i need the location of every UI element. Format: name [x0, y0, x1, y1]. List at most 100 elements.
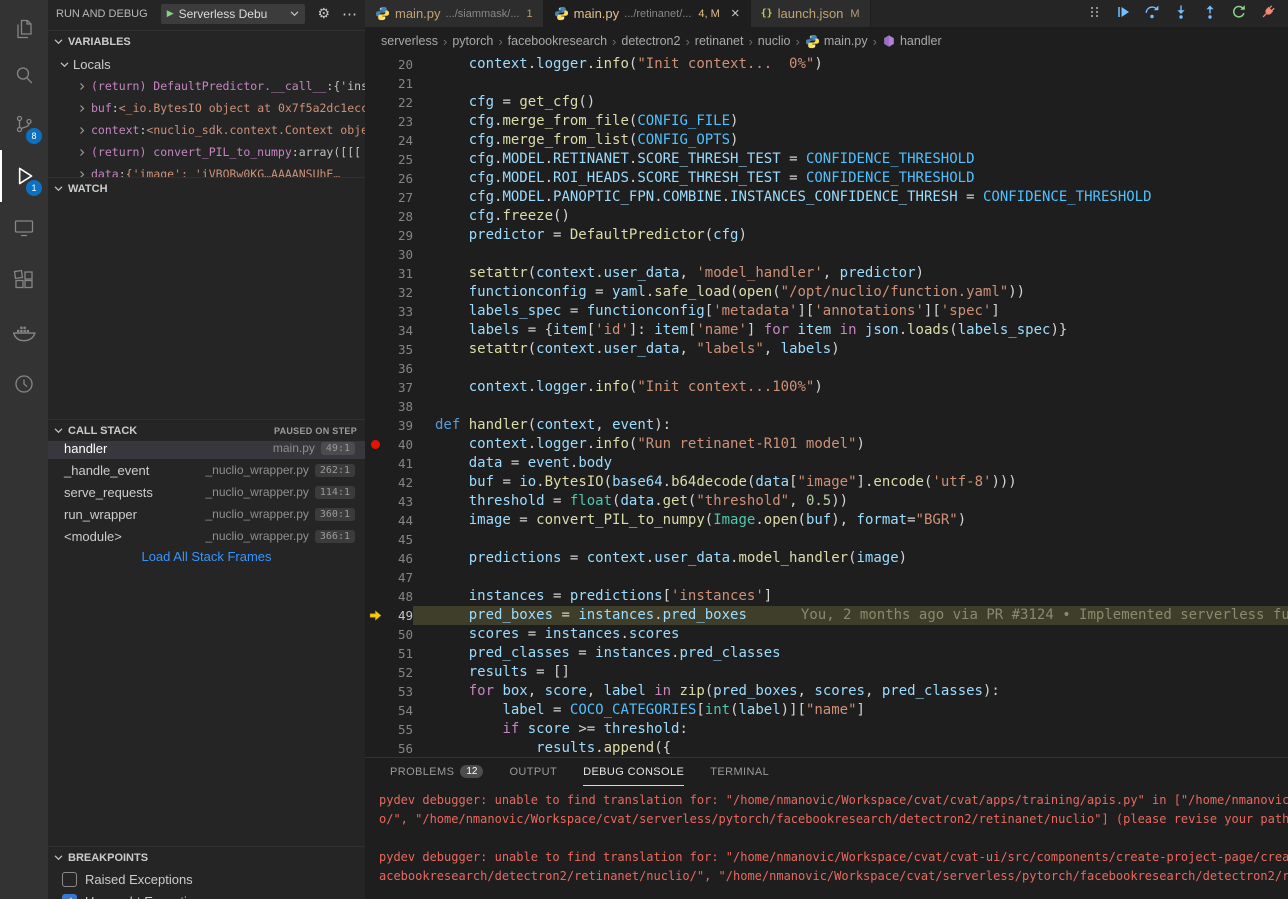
code-line[interactable]: 54 label = COCO_CATEGORIES[int(label)]["…: [365, 701, 1288, 720]
code-line[interactable]: 27 cfg.MODEL.PANOPTIC_FPN.COMBINE.INSTAN…: [365, 188, 1288, 207]
load-all-stack-frames-link[interactable]: Load All Stack Frames: [48, 549, 365, 564]
code-line[interactable]: 48 instances = predictions['instances']: [365, 587, 1288, 606]
breadcrumb-item-pytorch[interactable]: pytorch: [452, 34, 493, 48]
scope-locals[interactable]: Locals: [48, 53, 365, 75]
panel-tab-problems[interactable]: PROBLEMS12: [390, 758, 483, 786]
stack-frame[interactable]: serve_requests_nuclio_wrapper.py114:1: [48, 481, 365, 503]
code-line[interactable]: 36: [365, 359, 1288, 378]
variable-row[interactable]: buf: <_io.BytesIO object at 0x7f5a2dc1ec…: [48, 97, 365, 119]
code-line[interactable]: 28 cfg.freeze(): [365, 207, 1288, 226]
code-line[interactable]: 34 labels = {item['id']: item['name'] fo…: [365, 321, 1288, 340]
code-line[interactable]: 32 functionconfig = yaml.safe_load(open(…: [365, 283, 1288, 302]
activity-item-run-and-debug[interactable]: 1: [0, 150, 48, 202]
activity-item-search[interactable]: [0, 52, 48, 98]
tab-launch.json[interactable]: {}launch.jsonM: [751, 0, 871, 27]
frame-file: _nuclio_wrapper.py: [205, 485, 308, 499]
activity-item-explorer[interactable]: [0, 6, 48, 52]
debug-step-over-button[interactable]: [1142, 3, 1162, 25]
debug-restart-button[interactable]: [1229, 3, 1249, 25]
breadcrumb-label: serverless: [381, 34, 438, 48]
code-line[interactable]: 29 predictor = DefaultPredictor(cfg): [365, 226, 1288, 245]
activity-item-extensions[interactable]: [0, 254, 48, 306]
code-line[interactable]: 22 cfg = get_cfg(): [365, 93, 1288, 112]
code-line[interactable]: 52 results = []: [365, 663, 1288, 682]
gutter-space: [365, 701, 385, 720]
breadcrumb-item-facebookresearch[interactable]: facebookresearch: [508, 34, 607, 48]
stack-frame[interactable]: <module>_nuclio_wrapper.py366:1: [48, 525, 365, 547]
debug-step-out-button[interactable]: [1200, 3, 1220, 25]
code-line[interactable]: 46 predictions = context.user_data.model…: [365, 549, 1288, 568]
code-line[interactable]: 33 labels_spec = functionconfig['metadat…: [365, 302, 1288, 321]
activity-item-remote-explorer[interactable]: [0, 202, 48, 254]
variable-value: {'image': 'iVBORw0KG…AAAANSUhE…: [126, 167, 341, 177]
code-line[interactable]: 43 threshold = float(data.get("threshold…: [365, 492, 1288, 511]
code-line[interactable]: 20 context.logger.info("Init context... …: [365, 55, 1288, 74]
watch-section-header[interactable]: WATCH: [48, 177, 365, 199]
breadcrumb-item-retinanet[interactable]: retinanet: [695, 34, 744, 48]
tab-main.py[interactable]: main.py.../siammask/...1: [365, 0, 544, 27]
code-line[interactable]: 39def handler(context, event):: [365, 416, 1288, 435]
code-line[interactable]: 35 setattr(context.user_data, "labels", …: [365, 340, 1288, 359]
code-line[interactable]: 47: [365, 568, 1288, 587]
variable-row[interactable]: (return) DefaultPredictor.__call__: {'in…: [48, 75, 365, 97]
panel-tab-debug-console[interactable]: DEBUG CONSOLE: [583, 758, 684, 786]
code-line[interactable]: 44 image = convert_PIL_to_numpy(Image.op…: [365, 511, 1288, 530]
code-line[interactable]: 30: [365, 245, 1288, 264]
debug-current-line-arrow-icon[interactable]: [365, 606, 385, 625]
breakpoint-row[interactable]: ✓Uncaught Exceptions: [48, 890, 365, 899]
debug-disconnect-button[interactable]: [1258, 3, 1278, 25]
code-line[interactable]: 50 scores = instances.scores: [365, 625, 1288, 644]
gutter-space: [365, 454, 385, 473]
activity-item-source-control[interactable]: 8: [0, 98, 48, 150]
close-icon[interactable]: ×: [731, 6, 740, 21]
code-line[interactable]: 31 setattr(context.user_data, 'model_han…: [365, 264, 1288, 283]
panel-tab-output[interactable]: OUTPUT: [509, 758, 557, 786]
code-line[interactable]: 41 data = event.body: [365, 454, 1288, 473]
breadcrumb-item-detectron2[interactable]: detectron2: [621, 34, 680, 48]
debug-continue-button[interactable]: [1113, 3, 1133, 25]
code-line[interactable]: 24 cfg.merge_from_list(CONFIG_OPTS): [365, 131, 1288, 150]
panel-tab-terminal[interactable]: TERMINAL: [710, 758, 769, 786]
start-debugging-icon[interactable]: ▶: [167, 9, 174, 18]
debug-step-into-button[interactable]: [1171, 3, 1191, 25]
call-stack-section-header[interactable]: CALL STACK PAUSED ON STEP: [48, 419, 365, 441]
activity-item-docker[interactable]: [0, 306, 48, 358]
variable-row[interactable]: data: {'image': 'iVBORw0KG…AAAANSUhE…: [48, 163, 365, 177]
code-line[interactable]: 55 if score >= threshold:: [365, 720, 1288, 739]
line-number: 55: [385, 720, 413, 739]
tab-main.py[interactable]: main.py.../retinanet/...4, M×: [544, 0, 751, 27]
code-line[interactable]: 45: [365, 530, 1288, 549]
code-line[interactable]: 23 cfg.merge_from_file(CONFIG_FILE): [365, 112, 1288, 131]
code-line[interactable]: 53 for box, score, label in zip(pred_box…: [365, 682, 1288, 701]
code-line[interactable]: 56 results.append({: [365, 739, 1288, 757]
breadcrumb-item-handler[interactable]: handler: [882, 34, 942, 48]
breadcrumb-item-nuclio[interactable]: nuclio: [758, 34, 791, 48]
variable-row[interactable]: (return) convert_PIL_to_numpy: array([[[…: [48, 141, 365, 163]
breadcrumb-item-serverless[interactable]: serverless: [381, 34, 438, 48]
variables-section-header[interactable]: VARIABLES: [48, 30, 365, 52]
stack-frame[interactable]: _handle_event_nuclio_wrapper.py262:1: [48, 459, 365, 481]
checkbox[interactable]: ✓: [62, 894, 77, 899]
code-line[interactable]: 26 cfg.MODEL.ROI_HEADS.SCORE_THRESH_TEST…: [365, 169, 1288, 188]
breakpoints-section-header[interactable]: BREAKPOINTS: [48, 846, 365, 868]
debug-gripper-button[interactable]: [1084, 3, 1104, 25]
code-line[interactable]: 37 context.logger.info("Init context...1…: [365, 378, 1288, 397]
stack-frame[interactable]: run_wrapper_nuclio_wrapper.py360:1: [48, 503, 365, 525]
gutter-space: [365, 302, 385, 321]
debug-config-dropdown[interactable]: ▶ Serverless Debu: [161, 4, 306, 24]
breadcrumb-item-main.py[interactable]: main.py: [805, 34, 868, 49]
code-line[interactable]: 40 context.logger.info("Run retinanet-R1…: [365, 435, 1288, 454]
code-line[interactable]: 49 pred_boxes = instances.pred_boxesYou,…: [365, 606, 1288, 625]
breakpoint-icon[interactable]: [365, 435, 385, 454]
checkbox[interactable]: [62, 872, 77, 887]
code-line[interactable]: 51 pred_classes = instances.pred_classes: [365, 644, 1288, 663]
gear-icon[interactable]: ⚙: [317, 5, 330, 22]
variable-row[interactable]: context: <nuclio_sdk.context.Context obj…: [48, 119, 365, 141]
code-line[interactable]: 25 cfg.MODEL.RETINANET.SCORE_THRESH_TEST…: [365, 150, 1288, 169]
breakpoint-row[interactable]: Raised Exceptions: [48, 868, 365, 890]
more-actions-icon[interactable]: ⋯: [342, 5, 357, 23]
code-line[interactable]: 38: [365, 397, 1288, 416]
code-line[interactable]: 21: [365, 74, 1288, 93]
activity-item-profiler[interactable]: [0, 358, 48, 410]
code-line[interactable]: 42 buf = io.BytesIO(base64.b64decode(dat…: [365, 473, 1288, 492]
